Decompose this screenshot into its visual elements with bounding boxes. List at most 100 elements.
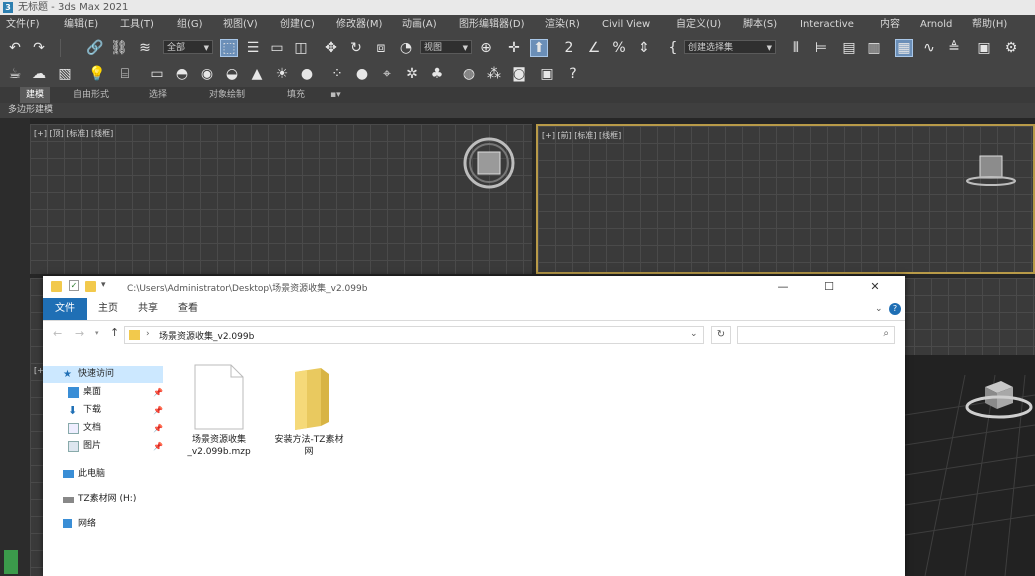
ribbon-options-icon[interactable]: ▪▾ (330, 87, 341, 103)
up-arrow-icon[interactable]: ↑ (110, 326, 119, 339)
sidebar-item-desktop[interactable]: 桌面 📌 (43, 384, 165, 401)
sidebar-item-pictures[interactable]: 图片 📌 (43, 438, 165, 455)
pin-icon[interactable]: 📌 (153, 384, 163, 401)
menu-modifiers[interactable]: 修改器(M) (336, 15, 382, 35)
maximize-icon[interactable]: ☐ (806, 276, 852, 298)
menu-civil-view[interactable]: Civil View (602, 15, 650, 35)
grass-icon[interactable]: ♣ (428, 65, 446, 83)
sidebar-item-drive[interactable]: TZ素材网 (H:) (43, 491, 165, 508)
ribbon-tab-freeform[interactable]: 自由形式 (73, 87, 109, 103)
new-folder-icon[interactable] (85, 281, 96, 292)
ribbon-tab-populate[interactable]: 填充 (287, 87, 305, 103)
ribbon-tab-modeling[interactable]: 建模 (20, 87, 51, 103)
scale-icon[interactable]: ⧈ (372, 39, 390, 57)
light-bulb-icon[interactable]: 💡 (88, 65, 106, 83)
sidebar-item-this-pc[interactable]: 此电脑 (43, 466, 165, 483)
snaps-toggle-icon[interactable]: 2 (560, 39, 578, 57)
tab-share[interactable]: 共享 (131, 298, 165, 320)
select-object-icon[interactable]: ⬚ (220, 39, 238, 57)
pivot-center-icon[interactable]: ⊕ (477, 39, 495, 57)
menu-content[interactable]: 内容 (880, 15, 900, 35)
sun-icon[interactable]: ☀ (273, 65, 291, 83)
undo-icon[interactable]: ↶ (6, 39, 24, 57)
minimize-icon[interactable]: — (760, 276, 806, 298)
camera-icon[interactable]: ⌸ (116, 65, 134, 83)
address-dropdown-icon[interactable]: ⌄ (690, 329, 698, 339)
file-item-mzp[interactable]: 场景资源收集_v2.099b.mzp (183, 364, 255, 458)
network-icon[interactable]: ⌖ (378, 65, 396, 83)
material-editor-icon[interactable]: ▣ (975, 39, 993, 57)
refresh-icon[interactable]: ↻ (711, 326, 731, 344)
percent-snap-icon[interactable]: % (610, 39, 628, 57)
viewport-top-label[interactable]: [+] [顶] [标准] [线框] (34, 128, 113, 139)
viewcube-icon[interactable] (962, 148, 1018, 188)
tab-view[interactable]: 查看 (171, 298, 205, 320)
move-icon[interactable]: ✥ (322, 39, 340, 57)
menu-create[interactable]: 创建(C) (280, 15, 315, 35)
unlink-icon[interactable]: ⛓ (110, 39, 128, 57)
expand-ribbon-icon[interactable]: ⌄ (875, 304, 883, 314)
render-frame-icon[interactable]: ◙ (510, 65, 528, 83)
folder-item-install-guide[interactable]: 安装方法-TZ素材网 (273, 364, 345, 458)
redo-icon[interactable]: ↷ (30, 39, 48, 57)
menu-interactive[interactable]: Interactive (800, 15, 854, 35)
viewport-front[interactable]: [+] [前] [标准] [线框] (536, 124, 1035, 274)
keyboard-shortcut-override-icon[interactable]: ⬆ (530, 39, 548, 57)
rectangular-selection-icon[interactable]: ▭ (268, 39, 286, 57)
spinner-snap-icon[interactable]: ⇕ (635, 39, 653, 57)
help-icon[interactable]: ? (889, 303, 901, 315)
image-icon[interactable]: ▧ (56, 65, 74, 83)
toggle-ribbon-icon[interactable]: ▥ (865, 39, 883, 57)
named-selection-dropdown[interactable]: 创建选择集 ▼ (684, 40, 776, 54)
color-dots-icon[interactable]: ⁂ (485, 65, 503, 83)
close-icon[interactable]: ✕ (852, 276, 898, 298)
menu-arnold[interactable]: Arnold (920, 15, 952, 35)
shell-icon[interactable]: ◒ (223, 65, 241, 83)
mirror-icon[interactable]: ⫴ (787, 39, 805, 57)
forward-arrow-icon[interactable]: → (75, 327, 84, 340)
tab-file[interactable]: 文件 (43, 298, 87, 320)
scatter-icon[interactable]: ⁘ (328, 65, 346, 83)
particles-icon[interactable]: ● (353, 65, 371, 83)
align-icon[interactable]: ⊨ (812, 39, 830, 57)
menu-tools[interactable]: 工具(T) (120, 15, 154, 35)
sidebar-item-quick-access[interactable]: ★ 快速访问 (43, 366, 163, 383)
schematic-view-icon[interactable]: ≜ (945, 39, 963, 57)
viewport-top[interactable]: [+] [顶] [标准] [线框] (30, 124, 532, 274)
pin-icon[interactable]: 📌 (153, 420, 163, 437)
angle-snap-icon[interactable]: ∠ (585, 39, 603, 57)
window-crossing-icon[interactable]: ◫ (292, 39, 310, 57)
menu-rendering[interactable]: 渲染(R) (545, 15, 580, 35)
bind-space-warp-icon[interactable]: ≋ (136, 39, 154, 57)
teapot-icon[interactable]: ☕ (6, 65, 24, 83)
viewcube-icon[interactable] (963, 377, 1033, 427)
help-icon[interactable]: ? (564, 65, 582, 83)
checkbox-icon[interactable]: ✓ (69, 280, 79, 291)
pin-icon[interactable]: 📌 (153, 402, 163, 419)
render-setup-icon[interactable]: ⚙ (1002, 39, 1020, 57)
menu-scripting[interactable]: 脚本(S) (743, 15, 777, 35)
rotate-icon[interactable]: ↻ (347, 39, 365, 57)
plane-icon[interactable]: ▭ (148, 65, 166, 83)
recent-locations-icon[interactable]: ▾ (95, 329, 99, 337)
menu-file[interactable]: 文件(F) (6, 15, 40, 35)
layout-icon[interactable]: ▣ (538, 65, 556, 83)
quick-access-toolbar-dropdown-icon[interactable]: ▾ (101, 280, 106, 290)
cloud-icon[interactable]: ☁ (30, 65, 48, 83)
sidebar-item-downloads[interactable]: ⬇ 下载 📌 (43, 402, 165, 419)
viewcube-icon[interactable] (462, 136, 518, 192)
curve-editor-icon[interactable]: ∿ (920, 39, 938, 57)
menu-graph-editors[interactable]: 图形编辑器(D) (459, 15, 525, 35)
selection-filter-dropdown[interactable]: 全部 ▼ (163, 40, 213, 54)
gear-flower-icon[interactable]: ✲ (403, 65, 421, 83)
sidebar-item-documents[interactable]: 文档 📌 (43, 420, 165, 437)
layer-explorer-icon[interactable]: ▤ (840, 39, 858, 57)
viewport-perspective[interactable] (905, 355, 1035, 576)
menu-view[interactable]: 视图(V) (223, 15, 258, 35)
link-icon[interactable]: 🔗 (86, 39, 104, 57)
cone-light-icon[interactable]: ▲ (248, 65, 266, 83)
menu-animation[interactable]: 动画(A) (402, 15, 437, 35)
select-manipulate-icon[interactable]: ✛ (505, 39, 523, 57)
dome-icon[interactable]: ◓ (173, 65, 191, 83)
menu-customize[interactable]: 自定义(U) (676, 15, 721, 35)
